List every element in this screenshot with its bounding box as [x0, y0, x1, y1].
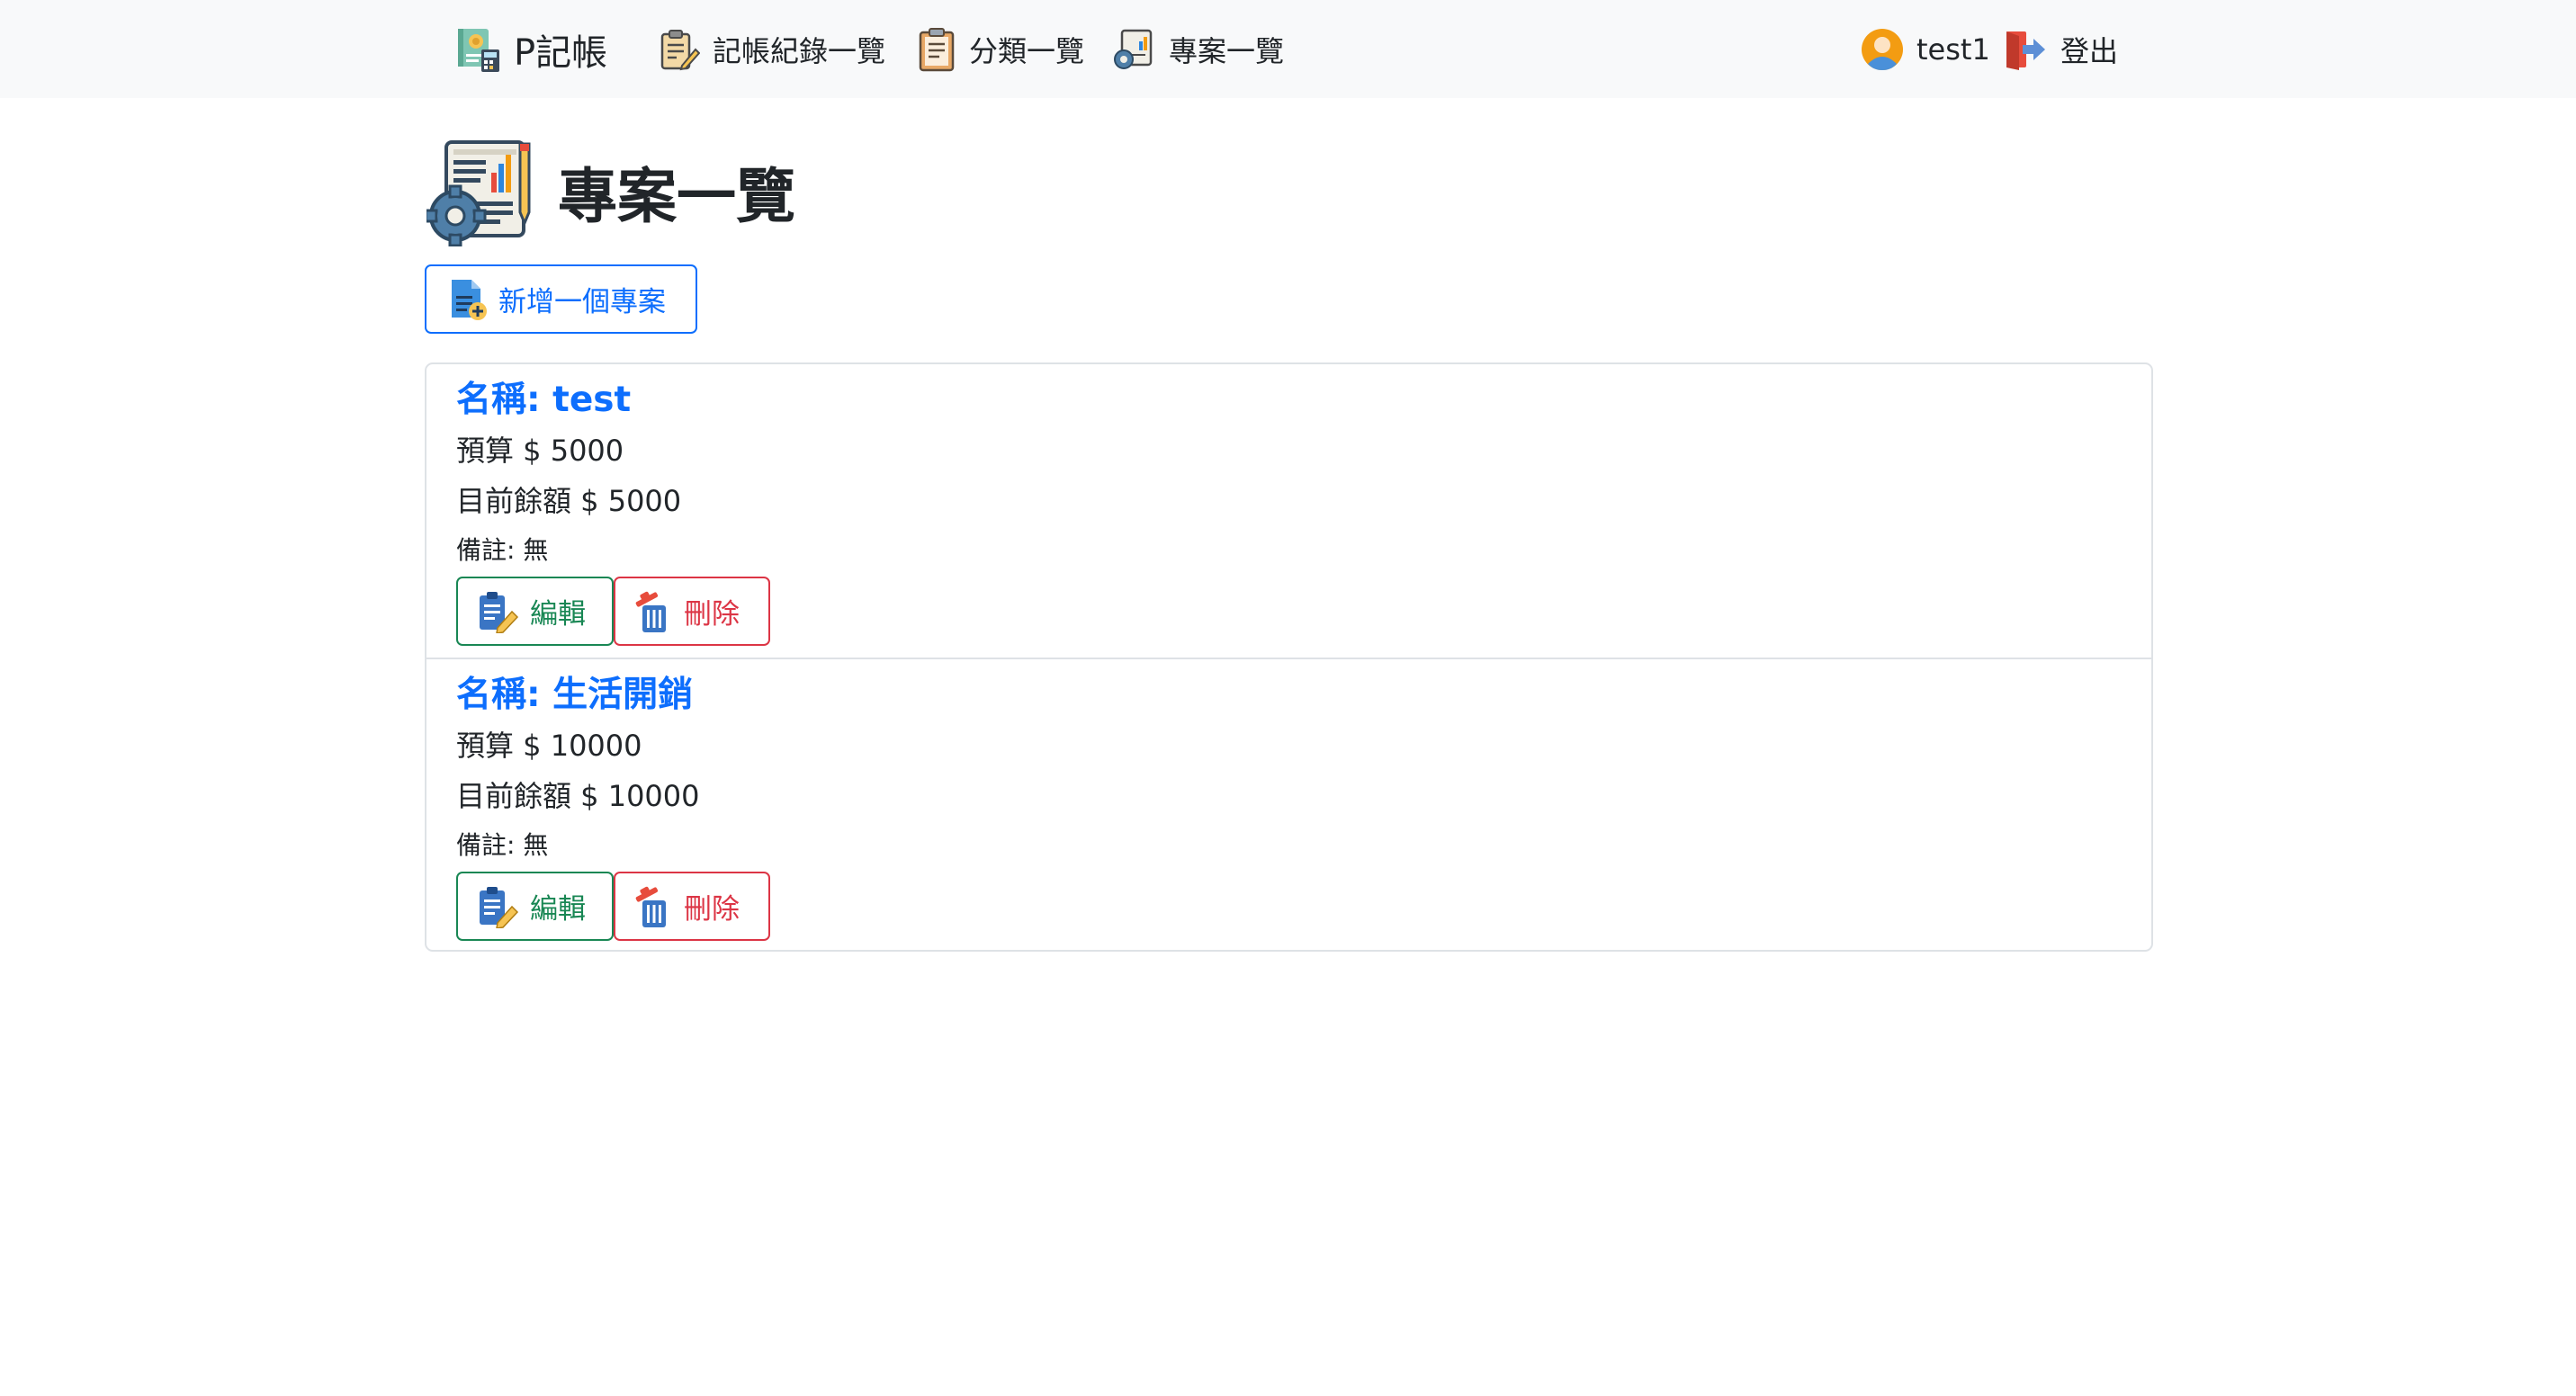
nav-link-label: 專案一覽 [1169, 33, 1285, 68]
edit-button[interactable]: 編輯 [456, 577, 614, 646]
page-title: 專案一覽 [558, 161, 795, 231]
edit-label: 編輯 [530, 893, 586, 926]
brand-link[interactable]: P記帳 [454, 0, 607, 98]
nav-link-categories[interactable]: 分類一覽 [917, 0, 1084, 98]
add-project-label: 新增一個專案 [498, 286, 666, 318]
project-name: 名稱: test [456, 380, 632, 420]
logout-label: 登出 [2060, 33, 2119, 68]
delete-button[interactable]: 刪除 [614, 872, 770, 941]
report-chart-gear-icon [426, 139, 531, 246]
project-actions: 編輯 刪除 [456, 872, 2122, 941]
delete-button[interactable]: 刪除 [614, 577, 770, 646]
clipboard-pen-icon [660, 29, 700, 70]
brand-label: P記帳 [514, 31, 608, 74]
clipboard-edit-icon [480, 886, 519, 928]
add-document-icon [452, 279, 487, 320]
nav-link-records[interactable]: 記帳紀錄一覽 [657, 0, 885, 98]
page-header: 專案一覽 [426, 135, 795, 247]
project-list: 名稱: test 預算 $ 5000 目前餘額 $ 5000 備註: 無 編輯 [425, 362, 2153, 952]
project-actions: 編輯 刪除 [456, 577, 2122, 646]
ledger-calculator-icon [458, 28, 499, 72]
edit-button[interactable]: 編輯 [456, 872, 614, 941]
nav-link-label: 分類一覽 [969, 33, 1085, 68]
delete-label: 刪除 [684, 893, 740, 926]
nav-link-label: 記帳紀錄一覽 [713, 33, 886, 68]
project-item: 名稱: 生活開銷 預算 $ 10000 目前餘額 $ 10000 備註: 無 編… [426, 658, 2151, 950]
user-avatar-icon [1862, 28, 1903, 70]
clipboard-edit-icon [480, 591, 519, 633]
report-gear-icon [1114, 29, 1153, 69]
edit-label: 編輯 [530, 598, 586, 631]
project-budget: 預算 $ 10000 [456, 729, 642, 763]
project-budget: 預算 $ 5000 [456, 434, 624, 468]
nav-link-projects[interactable]: 專案一覽 [1111, 0, 1284, 98]
user-label: test1 [1916, 31, 1990, 67]
logout-door-icon [2006, 31, 2045, 70]
project-balance: 目前餘額 $ 5000 [456, 484, 682, 518]
trash-bin-icon [635, 591, 666, 632]
trash-bin-icon [635, 886, 666, 927]
project-name: 名稱: 生活開銷 [456, 675, 694, 715]
project-balance: 目前餘額 $ 10000 [456, 779, 700, 813]
project-note: 備註: 無 [456, 535, 549, 565]
nav-user[interactable]: test1 [1861, 0, 1990, 98]
project-item: 名稱: test 預算 $ 5000 目前餘額 $ 5000 備註: 無 編輯 [426, 364, 2151, 658]
logout-link[interactable]: 登出 [2003, 0, 2118, 98]
project-note: 備註: 無 [456, 830, 549, 860]
add-project-button[interactable]: 新增一個專案 [425, 264, 697, 334]
clipboard-list-icon [919, 27, 955, 71]
navbar: P記帳 記帳紀錄一覽 分類一覽 專案一覽 test1 登出 [0, 0, 2576, 98]
delete-label: 刪除 [684, 598, 740, 631]
